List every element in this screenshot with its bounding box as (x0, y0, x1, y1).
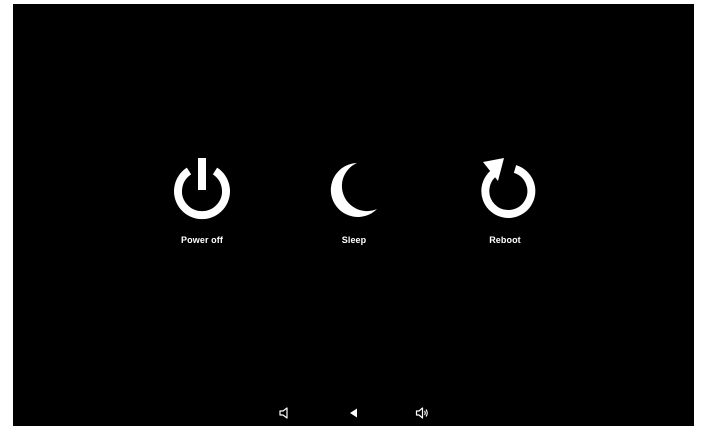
volume-down-icon[interactable] (278, 406, 292, 420)
sleep-option[interactable]: Sleep (299, 156, 409, 245)
moon-icon (330, 163, 377, 217)
navigation-bar (13, 400, 694, 426)
reboot-label: Reboot (489, 235, 521, 245)
power-off-option[interactable]: Power off (147, 156, 257, 245)
back-icon[interactable] (347, 406, 361, 420)
sleep-label: Sleep (341, 235, 367, 245)
power-icon (174, 158, 230, 220)
reboot-option[interactable]: Reboot (450, 156, 560, 245)
power-off-label: Power off (181, 235, 223, 245)
power-menu-screen: Power off Sleep Reboot (13, 4, 694, 426)
volume-up-icon[interactable] (415, 406, 429, 420)
reboot-icon (481, 158, 536, 218)
